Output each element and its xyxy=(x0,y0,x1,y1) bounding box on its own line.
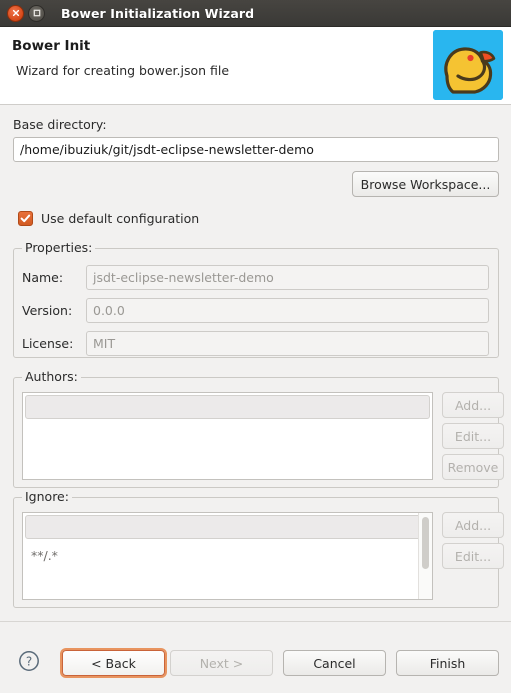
page-title: Bower Init xyxy=(12,38,91,54)
license-label: License: xyxy=(22,336,74,351)
name-input: jsdt-eclipse-newsletter-demo xyxy=(86,265,489,290)
browse-workspace-button[interactable]: Browse Workspace... xyxy=(352,171,499,197)
maximize-icon[interactable] xyxy=(28,4,45,22)
bower-init-wizard-dialog: Bower Initialization Wizard Bower Init W… xyxy=(0,0,511,693)
wizard-header: Bower Init Wizard for creating bower.jso… xyxy=(0,27,511,105)
help-question-icon[interactable]: ? xyxy=(18,650,40,672)
authors-list[interactable] xyxy=(22,392,433,480)
authors-edit-button[interactable]: Edit... xyxy=(442,423,504,449)
name-label: Name: xyxy=(22,270,64,285)
version-label: Version: xyxy=(22,303,73,318)
base-directory-label: Base directory: xyxy=(13,117,107,132)
next-button[interactable]: Next > xyxy=(170,650,273,676)
svg-text:?: ? xyxy=(26,654,32,668)
version-input: 0.0.0 xyxy=(86,298,489,323)
ignore-add-button[interactable]: Add... xyxy=(442,512,504,538)
base-directory-input[interactable]: /home/ibuziuk/git/jsdt-eclipse-newslette… xyxy=(13,137,499,162)
ignore-group: Ignore: **/.* Add... Edit... xyxy=(13,490,504,608)
use-default-configuration-checkbox[interactable]: Use default configuration xyxy=(18,211,199,226)
window-title: Bower Initialization Wizard xyxy=(61,5,255,21)
ignore-edit-button[interactable]: Edit... xyxy=(442,543,504,569)
authors-remove-button[interactable]: Remove xyxy=(442,454,504,480)
close-icon[interactable] xyxy=(7,4,24,22)
checkmark-icon xyxy=(18,211,33,226)
list-item[interactable] xyxy=(25,515,430,539)
wizard-content: Base directory: /home/ibuziuk/git/jsdt-e… xyxy=(0,105,511,621)
finish-button[interactable]: Finish xyxy=(396,650,499,676)
ignore-list-scrollbar[interactable] xyxy=(418,513,432,599)
authors-add-button[interactable]: Add... xyxy=(442,392,504,418)
authors-group-label: Authors: xyxy=(22,370,81,384)
list-item[interactable]: **/.* xyxy=(23,542,432,568)
scrollbar-thumb[interactable] xyxy=(422,517,429,569)
properties-group-label: Properties: xyxy=(22,241,96,255)
back-button[interactable]: < Back xyxy=(62,650,165,676)
license-input: MIT xyxy=(86,331,489,356)
authors-group: Authors: Add... Edit... Remove xyxy=(13,370,504,488)
ignore-list[interactable]: **/.* xyxy=(22,512,433,600)
ignore-group-label: Ignore: xyxy=(22,490,72,504)
bower-duck-logo xyxy=(433,30,503,100)
cancel-button[interactable]: Cancel xyxy=(283,650,386,676)
use-default-configuration-label: Use default configuration xyxy=(41,211,200,226)
properties-group: Properties: Name: jsdt-eclipse-newslette… xyxy=(13,241,499,358)
window-controls xyxy=(7,4,45,22)
page-subtitle: Wizard for creating bower.json file xyxy=(16,63,230,78)
list-item[interactable] xyxy=(25,395,430,419)
window-titlebar: Bower Initialization Wizard xyxy=(0,0,511,27)
